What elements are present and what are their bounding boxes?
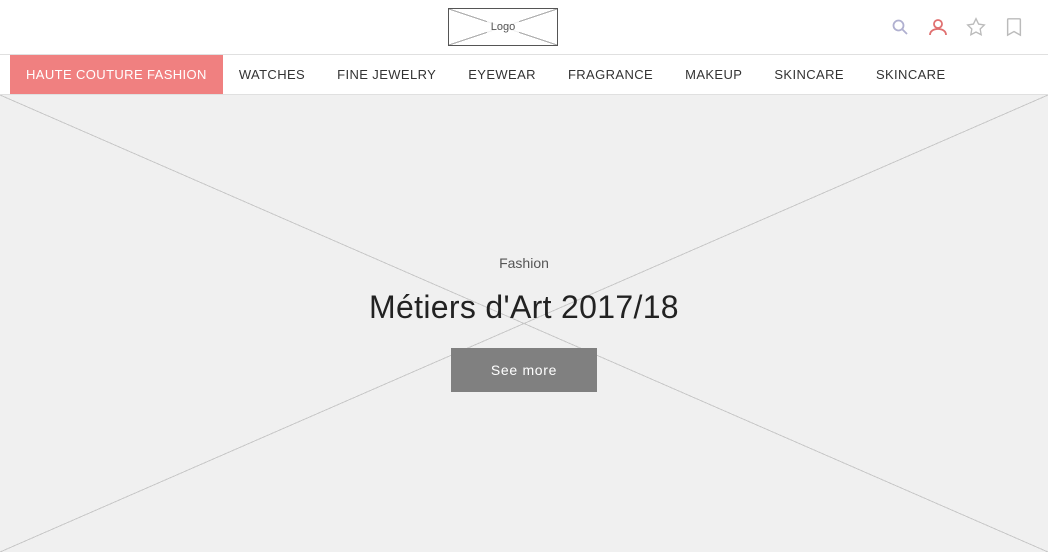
logo-container: Logo xyxy=(448,8,558,46)
hero-content: Fashion Métiers d'Art 2017/18 See more xyxy=(369,255,679,392)
search-button[interactable] xyxy=(886,13,914,41)
user-button[interactable] xyxy=(924,13,952,41)
nav-item-skincare1[interactable]: SKINCARE xyxy=(758,55,860,94)
logo-text: Logo xyxy=(487,20,519,34)
wishlist-button[interactable] xyxy=(962,13,990,41)
nav-item-haute-couture[interactable]: HAUTE COUTURE FASHION xyxy=(10,55,223,94)
nav-item-makeup[interactable]: MAKEUP xyxy=(669,55,758,94)
hero-category: Fashion xyxy=(499,255,549,271)
nav-item-fine-jewelry[interactable]: FINE JEWELRY xyxy=(321,55,452,94)
hero-title: Métiers d'Art 2017/18 xyxy=(369,289,679,326)
nav-item-watches[interactable]: WATCHES xyxy=(223,55,321,94)
nav-item-fragrance[interactable]: FRAGRANCE xyxy=(552,55,669,94)
header: Logo xyxy=(0,0,1048,55)
header-icons xyxy=(886,13,1028,41)
bookmark-button[interactable] xyxy=(1000,13,1028,41)
hero-section: Fashion Métiers d'Art 2017/18 See more xyxy=(0,95,1048,552)
see-more-button[interactable]: See more xyxy=(451,348,597,392)
nav-item-skincare2[interactable]: SKINCARE xyxy=(860,55,962,94)
logo[interactable]: Logo xyxy=(448,8,558,46)
main-nav: HAUTE COUTURE FASHION WATCHES FINE JEWEL… xyxy=(0,55,1048,95)
nav-item-eyewear[interactable]: EYEWEAR xyxy=(452,55,552,94)
